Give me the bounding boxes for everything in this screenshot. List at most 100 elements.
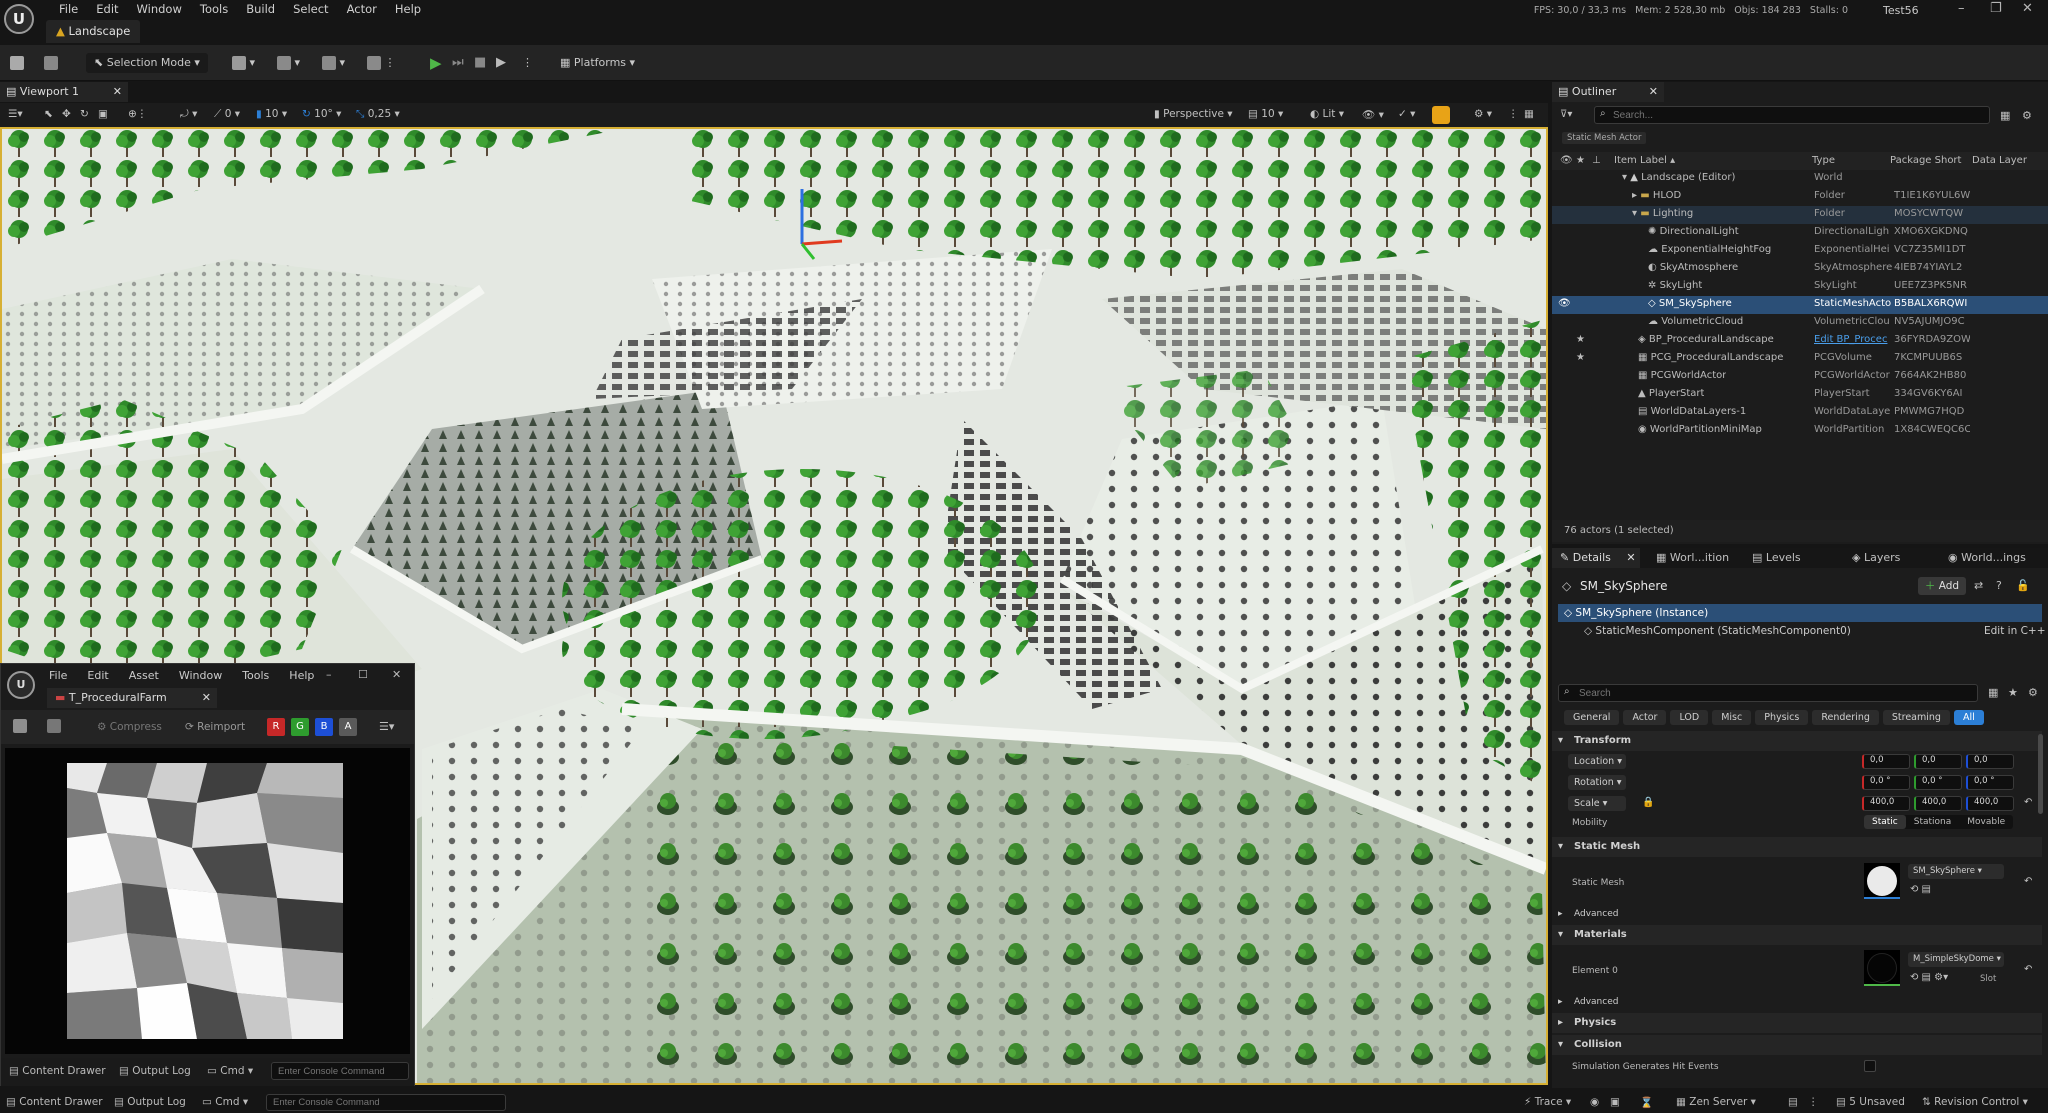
- scale-y-field[interactable]: 400,0: [1914, 796, 1962, 811]
- show-flags-icon[interactable]: 👁 ▾: [1362, 108, 1384, 121]
- menu-build[interactable]: Build: [237, 2, 284, 16]
- col-type[interactable]: Type: [1812, 155, 1835, 166]
- location-x-field[interactable]: 0,0: [1862, 754, 1910, 769]
- menu-actor[interactable]: Actor: [338, 2, 386, 16]
- details-settings-icon[interactable]: ⚙: [2028, 686, 2038, 699]
- blueprint-icon[interactable]: ▾: [277, 53, 300, 73]
- reset-scale-icon[interactable]: ↶: [2024, 797, 2032, 808]
- details-search-input[interactable]: [1558, 684, 1978, 702]
- record-icon[interactable]: ◉: [1590, 1096, 1599, 1108]
- lock-icon[interactable]: 🔓: [2016, 579, 2030, 592]
- menu-select[interactable]: Select: [284, 2, 337, 16]
- col-package-short[interactable]: Package Short: [1890, 155, 1970, 166]
- tree-row[interactable]: ◐ SkyAtmosphere SkyAtmosphere 4IEB74YIAYL2: [1552, 260, 2048, 278]
- minimize-icon[interactable]: –: [1958, 1, 1965, 16]
- tree-row[interactable]: ▲ PlayerStart PlayerStart 334GV6KY6AI: [1552, 386, 2048, 404]
- tree-row[interactable]: ▦ PCGWorldActor PCGWorldActor 7664AK2HB80: [1552, 368, 2048, 386]
- outliner-add-folder-icon[interactable]: ▦: [2000, 109, 2010, 122]
- platforms-dropdown[interactable]: ▦ Platforms ▾: [560, 53, 635, 73]
- tex-browse-icon[interactable]: [47, 719, 61, 733]
- game-view-icon[interactable]: [1432, 106, 1450, 124]
- rotation-y-field[interactable]: 0,0 °: [1914, 775, 1962, 790]
- tree-row[interactable]: ✺ DirectionalLight DirectionalLigh XMO6XGK…: [1552, 224, 2048, 242]
- compress-button[interactable]: ⚙ Compress: [97, 721, 162, 733]
- console-input[interactable]: [266, 1094, 506, 1111]
- edit-blueprint-link[interactable]: Edit BP_Procec: [1814, 332, 1892, 348]
- eject-icon[interactable]: ▶: [496, 53, 506, 73]
- tree-row[interactable]: ☁ ExponentialHeightFog ExponentialHei VC7Z…: [1552, 242, 2048, 260]
- location-z-field[interactable]: 0,0: [1966, 754, 2014, 769]
- filter-physics[interactable]: Physics: [1755, 710, 1809, 725]
- rotation-z-field[interactable]: 0,0 °: [1966, 775, 2014, 790]
- reset-material-icon[interactable]: ↶: [2024, 964, 2032, 975]
- content-drawer-button[interactable]: ▤ Content Drawer: [6, 1096, 103, 1108]
- outliner-tab[interactable]: ▤ Outliner ✕: [1552, 82, 1664, 102]
- outliner-settings-icon[interactable]: ⚙: [2022, 109, 2032, 122]
- unsaved-button[interactable]: ▤ 5 Unsaved: [1836, 1096, 1905, 1108]
- step-icon[interactable]: ⏭: [452, 53, 464, 73]
- pinned-star-icon[interactable]: ★: [1576, 350, 1585, 366]
- tex-menu-help[interactable]: Help: [289, 669, 314, 682]
- static-mesh-thumbnail[interactable]: [1864, 863, 1900, 899]
- sim-hit-events-checkbox[interactable]: [1864, 1060, 1876, 1072]
- static-mesh-section-header[interactable]: ▾ Static Mesh: [1552, 837, 2042, 857]
- channel-g-toggle[interactable]: G: [291, 718, 309, 736]
- outliner-filter-icon[interactable]: ⊽▾: [1560, 109, 1572, 120]
- filter-streaming[interactable]: Streaming: [1882, 710, 1950, 725]
- tex-console-input[interactable]: [271, 1062, 409, 1080]
- tex-view-options-icon[interactable]: ☰▾: [379, 720, 394, 733]
- save-icon[interactable]: [10, 53, 24, 73]
- settings-icon[interactable]: ⚙ ▾: [1474, 108, 1492, 120]
- tab-world-partition[interactable]: ▦ Worl...ition: [1656, 548, 1729, 568]
- world-local-icon[interactable]: ⊕⋮: [128, 108, 147, 120]
- scale-dropdown[interactable]: Scale ▾: [1568, 796, 1626, 811]
- mobility-stationary[interactable]: Stationa: [1906, 815, 1960, 829]
- rotation-snap[interactable]: ↻ 10° ▾: [302, 108, 341, 120]
- channel-b-toggle[interactable]: B: [315, 718, 333, 736]
- perspective-dropdown[interactable]: ▮ Perspective ▾: [1154, 108, 1233, 120]
- tab-layers[interactable]: ◈ Layers: [1852, 548, 1900, 568]
- visibility-eye-icon[interactable]: 👁: [1558, 296, 1571, 312]
- outliner-search-input[interactable]: [1594, 106, 1990, 124]
- material-browse-icon[interactable]: ⟲ ▤ ⚙▾: [1910, 972, 1948, 983]
- col-item-label[interactable]: Item Label ▴: [1614, 155, 1675, 166]
- tex-menu-tools[interactable]: Tools: [242, 669, 269, 682]
- materials-section-header[interactable]: ▾ Materials: [1552, 925, 2042, 945]
- unreal-logo-icon[interactable]: U: [4, 4, 34, 34]
- material-thumbnail[interactable]: [1864, 950, 1900, 986]
- rotate-tool-icon[interactable]: ↻: [80, 108, 89, 120]
- statusbar-options-icon[interactable]: ⋮: [1808, 1096, 1819, 1108]
- filter-misc[interactable]: Misc: [1712, 710, 1752, 725]
- physics-section-header[interactable]: ▸ Physics: [1552, 1013, 2042, 1033]
- close-icon[interactable]: ✕: [2022, 1, 2033, 16]
- source-control-icon[interactable]: ▤: [1788, 1096, 1798, 1108]
- tree-row[interactable]: ☁ VolumetricCloud VolumetricClou NV5AJUMJO…: [1552, 314, 2048, 332]
- filter-general[interactable]: General: [1564, 710, 1620, 725]
- tex-output-log-button[interactable]: ▤ Output Log: [119, 1065, 191, 1077]
- tree-row[interactable]: ▾ ▲ Landscape (Editor) World: [1552, 170, 2048, 188]
- tree-row[interactable]: ★ ▦ PCG_ProceduralLandscape PCGVolume 7KCMP…: [1552, 350, 2048, 368]
- property-matrix-icon[interactable]: ▦: [1988, 686, 1998, 699]
- menu-edit[interactable]: Edit: [87, 2, 127, 16]
- cmd-dropdown[interactable]: ▭ Cmd ▾: [202, 1096, 248, 1108]
- revision-control-dropdown[interactable]: ⇅ Revision Control ▾: [1922, 1096, 2028, 1108]
- viewport-tab-close-icon[interactable]: ✕: [113, 82, 122, 102]
- camera-speed-dropdown[interactable]: ▤ 10 ▾: [1248, 108, 1283, 120]
- zen-server-dropdown[interactable]: ▦ Zen Server ▾: [1676, 1096, 1756, 1108]
- output-log-button[interactable]: ▤ Output Log: [114, 1096, 186, 1108]
- content-browser-icon[interactable]: [44, 53, 58, 73]
- play-icon[interactable]: ▶: [430, 53, 442, 73]
- channel-a-toggle[interactable]: A: [339, 718, 357, 736]
- texture-preview-area[interactable]: [5, 748, 410, 1054]
- materials-advanced[interactable]: ▸ Advanced: [1552, 992, 2042, 1012]
- tree-row[interactable]: ✲ SkyLight SkyLight UEE7Z3PK5NR: [1552, 278, 2048, 296]
- viewport-options-icon[interactable]: ⋮: [1508, 108, 1519, 120]
- scale-x-field[interactable]: 400,0: [1862, 796, 1910, 811]
- realtime-icon[interactable]: ✓ ▾: [1398, 108, 1415, 120]
- texture-tab-close-icon[interactable]: ✕: [202, 688, 211, 708]
- viewport-tab[interactable]: ▤ Viewport 1 ✕: [0, 82, 128, 102]
- reset-mesh-icon[interactable]: ↶: [2024, 876, 2032, 887]
- select-tool-icon[interactable]: ⬉: [44, 108, 53, 120]
- reimport-button[interactable]: ⟳ Reimport: [185, 721, 245, 733]
- collision-section-header[interactable]: ▾ Collision: [1552, 1035, 2042, 1055]
